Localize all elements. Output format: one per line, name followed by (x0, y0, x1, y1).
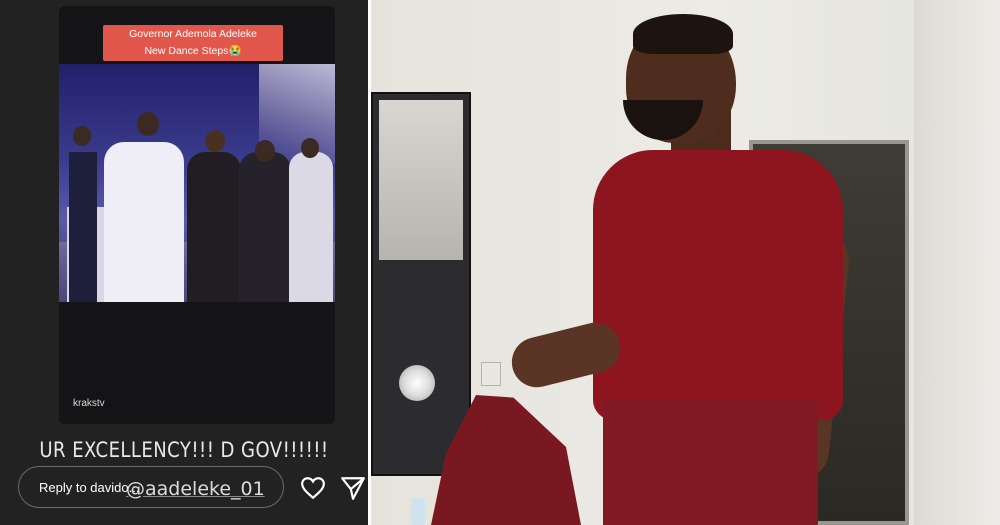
person-head (301, 138, 319, 158)
person-head (255, 140, 275, 162)
photo-panel (368, 0, 1000, 525)
person-dark-1 (187, 152, 241, 302)
person-dark-2 (239, 152, 291, 302)
story-text: UR EXCELLENCY!!! D GOV!!!!!! (39, 438, 329, 462)
lamp (399, 365, 435, 401)
mention-tag[interactable]: @aadeleke_01 (126, 478, 265, 500)
story-panel: Governor Ademola Adeleke New Dance Steps… (0, 0, 368, 525)
reply-placeholder: Reply to davido... (39, 480, 140, 495)
red-shirt (593, 150, 843, 420)
red-trousers (603, 400, 818, 525)
person-suit (69, 152, 97, 302)
send-icon[interactable] (340, 475, 366, 501)
person-governor (104, 142, 184, 302)
person-head (137, 112, 159, 136)
story-video[interactable] (59, 64, 335, 302)
hair (633, 14, 733, 54)
wall-outlet (481, 362, 501, 386)
story-caption: Governor Ademola Adeleke New Dance Steps… (103, 25, 283, 61)
caption-line-2: New Dance Steps😭 (144, 45, 242, 57)
caption-line-1: Governor Ademola Adeleke (129, 28, 257, 40)
person-head (205, 130, 225, 152)
person-head (73, 126, 91, 146)
mirror (371, 92, 471, 476)
water-bottle (411, 498, 425, 525)
heart-icon[interactable] (300, 476, 326, 500)
person-white (289, 152, 333, 302)
wall (914, 0, 1000, 525)
video-watermark: krakstv (73, 398, 105, 409)
mirror-reflection (379, 100, 463, 260)
